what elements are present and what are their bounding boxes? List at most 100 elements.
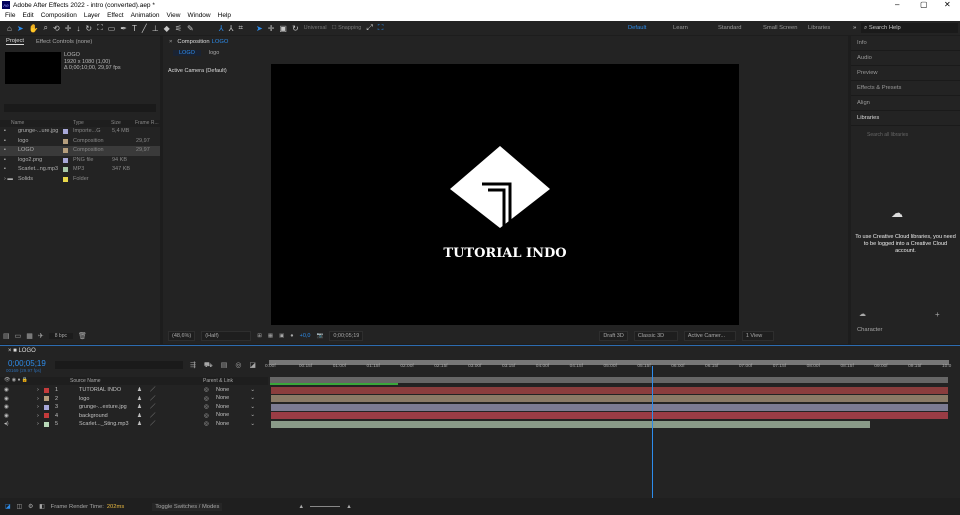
search-help-input[interactable]: ⌕ Search Help xyxy=(861,23,958,33)
menu-edit[interactable]: Edit xyxy=(22,12,33,19)
label-color-swatch[interactable] xyxy=(63,129,68,134)
renderer-dropdown[interactable]: Classic 3D xyxy=(633,331,678,341)
add-library-icon[interactable]: + xyxy=(935,310,940,319)
layer-duration-bar[interactable] xyxy=(271,403,948,411)
breadcrumb-logo[interactable]: logo xyxy=(209,50,219,56)
layer-duration-bar[interactable] xyxy=(271,395,948,403)
comp-flowchart-icon[interactable]: ⇶ xyxy=(190,361,196,370)
expand-chevron-icon[interactable]: › xyxy=(37,412,39,420)
rectangle-tool-icon[interactable]: ▭ xyxy=(108,24,116,33)
workspace-default[interactable]: Default xyxy=(628,25,673,31)
label-color-swatch[interactable] xyxy=(63,148,68,154)
pickwhip-icon[interactable]: ◎ xyxy=(204,386,209,394)
pickwhip-icon[interactable]: ◎ xyxy=(204,395,209,403)
project-item[interactable]: ▪ grunge-...ure.jpg Importe...G 5,4 MB xyxy=(0,127,160,137)
select-3d-icon[interactable]: ➤ xyxy=(256,24,263,33)
draft-3d-toggle[interactable]: Draft 3D xyxy=(599,331,628,341)
visibility-eye-icon[interactable]: ◉ xyxy=(4,386,9,394)
tab-project[interactable]: Project xyxy=(6,38,25,45)
layer-name[interactable]: Scarlet..._Sting.mp3 xyxy=(79,420,129,428)
trash-icon[interactable]: 🗑 xyxy=(78,332,87,340)
menu-file[interactable]: File xyxy=(5,12,15,19)
col-frame-rate[interactable]: Frame R... xyxy=(135,120,159,126)
expand-chevron-icon[interactable]: › xyxy=(37,395,39,403)
rotate-tool-icon[interactable]: ↻ xyxy=(85,24,92,33)
workspace-standard[interactable]: Standard xyxy=(718,25,763,31)
quality-switch-icon[interactable]: ／ xyxy=(150,412,156,420)
bpc-button[interactable]: 8 bpc xyxy=(48,333,73,339)
breadcrumb-logo-main[interactable]: LOGO xyxy=(173,50,201,56)
menu-animation[interactable]: Animation xyxy=(131,12,160,19)
hand-tool-icon[interactable]: ✋ xyxy=(29,24,39,33)
shy-switch-icon[interactable]: ♟ xyxy=(137,403,142,411)
panel-align[interactable]: Align xyxy=(851,96,960,111)
snapping-checkbox[interactable]: ☐ Snapping xyxy=(332,25,362,31)
camera-dropdown[interactable]: Active Camer... xyxy=(683,331,736,341)
panel-character[interactable]: Character xyxy=(857,327,882,333)
render-queue-icon[interactable]: ✈ xyxy=(38,332,44,340)
in-out-icon[interactable]: ⚙ xyxy=(28,504,33,510)
eraser-tool-icon[interactable]: ◆ xyxy=(164,24,170,33)
pickwhip-icon[interactable]: ◎ xyxy=(204,412,209,420)
snapshot-icon[interactable]: 📷 xyxy=(316,333,323,339)
transparency-icon[interactable]: ▦ xyxy=(268,333,273,339)
layer-duration-bar[interactable] xyxy=(271,420,871,428)
expand-chevron-icon[interactable]: › xyxy=(37,420,39,428)
panel-info[interactable]: Info xyxy=(851,36,960,51)
anchor-tool-icon[interactable]: ⛶ xyxy=(97,23,103,33)
shy-switch-icon[interactable]: ♟ xyxy=(137,386,142,394)
layer-name[interactable]: logo xyxy=(79,395,89,403)
frame-blend-icon[interactable]: ▤ xyxy=(221,361,228,370)
audio-icon[interactable]: ◂) xyxy=(4,420,9,428)
view-axis-icon[interactable]: ⌗ xyxy=(238,23,243,33)
render-time-icon[interactable]: ◧ xyxy=(39,504,44,510)
col-size[interactable]: Size xyxy=(111,120,121,126)
cloud-sync-icon[interactable]: ☁ xyxy=(859,310,866,318)
quality-switch-icon[interactable]: ／ xyxy=(150,395,156,403)
layer-row[interactable]: ◂) › 5 Scarlet..._Sting.mp3 ♟ ／ ◎ None ⌄ xyxy=(0,420,268,428)
panel-preview[interactable]: Preview xyxy=(851,66,960,81)
visibility-eye-icon[interactable]: ◉ xyxy=(4,395,9,403)
col-source-name[interactable]: Source Name xyxy=(70,378,101,384)
stamp-tool-icon[interactable]: ⊥ xyxy=(152,24,159,33)
exposure-value[interactable]: +0,0 xyxy=(300,333,311,339)
menu-layer[interactable]: Layer xyxy=(84,12,100,19)
scale-3d-icon[interactable]: ▣ xyxy=(279,24,287,33)
move-3d-icon[interactable]: ✛ xyxy=(268,24,275,33)
layer-duration-bar[interactable] xyxy=(271,412,948,420)
rotate-3d-icon[interactable]: ↻ xyxy=(292,24,299,33)
interpret-footage-icon[interactable]: ▤ xyxy=(3,332,10,340)
layer-label-color[interactable] xyxy=(44,404,49,410)
workspace-small-screen[interactable]: Small Screen xyxy=(763,25,808,31)
panel-audio[interactable]: Audio xyxy=(851,51,960,66)
library-search-input[interactable]: Search all libraries xyxy=(855,130,956,140)
dolly-tool-icon[interactable]: ↓ xyxy=(76,24,80,33)
layer-search-input[interactable] xyxy=(55,361,183,369)
label-color-swatch[interactable] xyxy=(63,138,68,144)
layer-name[interactable]: background xyxy=(79,412,108,420)
visibility-eye-icon[interactable]: ◉ xyxy=(4,412,9,420)
close-tab-icon[interactable]: × xyxy=(169,39,172,45)
workspace-learn[interactable]: Learn xyxy=(673,25,718,31)
axis-mode-label[interactable]: Universal xyxy=(304,25,327,31)
project-item[interactable]: ▪ logo2.png PNG file 94 KB xyxy=(0,156,160,166)
menu-view[interactable]: View xyxy=(167,12,181,19)
menu-help[interactable]: Help xyxy=(218,12,231,19)
world-axis-icon[interactable]: ⅄ xyxy=(229,24,234,33)
menu-composition[interactable]: Composition xyxy=(41,12,77,19)
brush-tool-icon[interactable]: ╱ xyxy=(142,24,147,33)
playhead[interactable] xyxy=(652,366,654,506)
layer-name[interactable]: grunge-...exture.jpg xyxy=(79,403,127,411)
layer-row[interactable]: ◉ › 1 TUTORIAL INDO ♟ ／ ◎ None ⌄ xyxy=(0,386,268,394)
channel-icon[interactable]: ● xyxy=(290,333,293,339)
layer-row[interactable]: ◉ › 2 logo ♟ ／ ◎ None ⌄ xyxy=(0,395,268,403)
puppet-tool-icon[interactable]: ✎ xyxy=(187,24,194,33)
pickwhip-icon[interactable]: ◎ xyxy=(204,420,209,428)
zoom-dropdown[interactable]: (48,6%) xyxy=(168,331,196,341)
zoom-in-icon[interactable]: ▲ xyxy=(346,504,352,510)
menu-window[interactable]: Window xyxy=(188,12,211,19)
layer-label-color[interactable] xyxy=(44,421,49,427)
shy-switch-icon[interactable]: ♟ xyxy=(137,395,142,403)
pen-tool-icon[interactable]: ✒ xyxy=(120,24,127,33)
pickwhip-icon[interactable]: ◎ xyxy=(204,403,209,411)
